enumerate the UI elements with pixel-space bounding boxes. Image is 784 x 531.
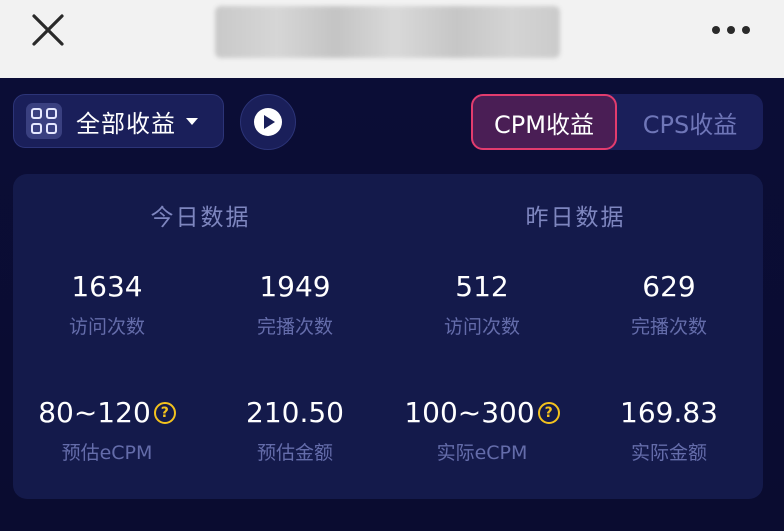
yesterday-ecpm: 100~300 ? 实际eCPM [388, 396, 576, 465]
stats-panel: 今日数据 昨日数据 1634 访问次数 1949 完播次数 512 访问次数 6… [13, 174, 763, 499]
stat-label: 实际eCPM [436, 442, 528, 464]
stat-label: 访问次数 [68, 316, 145, 338]
stat-label: 预估eCPM [61, 442, 153, 464]
today-title: 今日数据 [150, 205, 251, 231]
stat-label: 完播次数 [256, 316, 333, 338]
yesterday-visits: 512 访问次数 [388, 270, 576, 339]
tab-cpm[interactable]: CPM收益 [471, 94, 617, 150]
stat-label: 实际金额 [630, 442, 707, 464]
stat-label: 完播次数 [630, 316, 707, 338]
browser-topbar [0, 0, 784, 78]
close-icon [32, 14, 64, 46]
help-icon[interactable]: ? [153, 402, 176, 424]
earnings-type-dropdown[interactable]: 全部收益 [13, 94, 224, 148]
stat-value: 100~300 [404, 396, 535, 429]
earnings-tab-switcher: CPM收益 CPS收益 [471, 94, 763, 150]
today-amount: 210.50 预估金额 [201, 396, 389, 465]
stat-value: 169.83 [620, 396, 718, 429]
dropdown-label: 全部收益 [76, 109, 176, 138]
earnings-app: 全部收益 CPM收益 CPS收益 今日数据 昨日数据 1634 访问次数 194… [0, 78, 784, 531]
stat-value: 629 [642, 270, 696, 303]
grid-icon [26, 103, 62, 139]
today-ecpm: 80~120 ? 预估eCPM [13, 396, 201, 465]
stat-value: 1949 [259, 270, 331, 303]
yesterday-amount: 169.83 实际金额 [575, 396, 763, 465]
caret-down-icon [186, 117, 198, 125]
play-button[interactable] [240, 94, 296, 150]
today-plays: 1949 完播次数 [201, 270, 389, 339]
more-dots-icon [712, 26, 720, 34]
stat-label: 访问次数 [443, 316, 520, 338]
blurred-url-bar [215, 6, 560, 58]
yesterday-plays: 629 完播次数 [575, 270, 763, 339]
stat-value: 80~120 [38, 396, 151, 429]
help-icon[interactable]: ? [537, 402, 560, 424]
stat-label: 预估金额 [256, 442, 333, 464]
stat-value: 210.50 [246, 396, 344, 429]
tab-cps[interactable]: CPS收益 [617, 94, 763, 150]
today-visits: 1634 访问次数 [13, 270, 201, 339]
stat-value: 512 [455, 270, 509, 303]
play-icon [254, 108, 282, 136]
yesterday-title: 昨日数据 [525, 205, 626, 231]
close-button[interactable] [26, 8, 70, 52]
stat-value: 1634 [71, 270, 143, 303]
more-button[interactable] [708, 18, 754, 42]
